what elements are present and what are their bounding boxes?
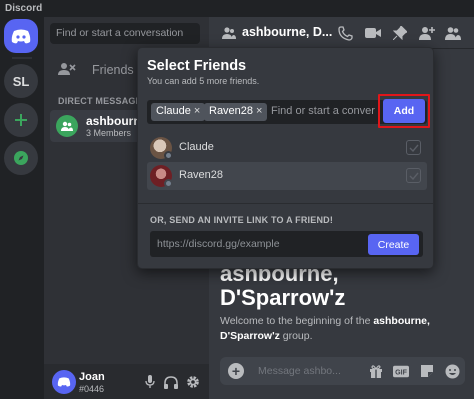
channel-header: ashbourne, D... bbox=[209, 17, 474, 49]
emoji-icon[interactable] bbox=[444, 363, 460, 379]
window-title: Discord bbox=[5, 3, 43, 14]
chip-raven28-label: Raven28 bbox=[209, 105, 254, 117]
channel-title: ashbourne, D... bbox=[242, 25, 333, 39]
remove-chip-icon[interactable]: × bbox=[256, 105, 262, 117]
settings-gear-icon[interactable] bbox=[185, 374, 201, 390]
sticker-icon[interactable] bbox=[419, 363, 435, 379]
microphone-icon[interactable] bbox=[142, 374, 158, 390]
rail-divider bbox=[12, 57, 32, 59]
create-invite-button[interactable]: Create bbox=[368, 234, 419, 255]
user-panel: Joan #0446 bbox=[44, 364, 209, 399]
popup-title: Select Friends bbox=[147, 58, 247, 74]
friend-name: Raven28 bbox=[179, 169, 224, 181]
dm-header: DIRECT MESSAGES bbox=[58, 96, 149, 106]
server-sl[interactable]: SL bbox=[4, 64, 38, 98]
check-icon bbox=[409, 144, 419, 152]
add-server-button[interactable] bbox=[4, 103, 38, 137]
welcome-heading: ashbourne, D'Sparrow'z bbox=[220, 262, 470, 310]
message-composer[interactable]: + Message ashbo... GIF bbox=[220, 357, 465, 385]
friend-name: Claude bbox=[179, 141, 214, 153]
status-dot bbox=[164, 151, 173, 160]
server-sl-label: SL bbox=[12, 73, 30, 89]
conversation-search[interactable]: Find or start a conversation bbox=[50, 23, 200, 44]
chip-claude[interactable]: Claude × bbox=[151, 103, 206, 121]
friend-row-raven28[interactable]: Raven28 bbox=[147, 162, 427, 190]
group-avatar-icon bbox=[56, 115, 78, 137]
explore-servers-button[interactable] bbox=[4, 141, 38, 175]
pin-icon[interactable] bbox=[392, 25, 408, 41]
group-dm-icon bbox=[222, 27, 236, 39]
user-tag: #0446 bbox=[79, 384, 105, 394]
invite-url[interactable]: https://discord.gg/example bbox=[157, 238, 280, 250]
headphones-icon[interactable] bbox=[163, 374, 179, 390]
voice-call-icon[interactable] bbox=[337, 25, 353, 41]
attach-plus-icon[interactable]: + bbox=[228, 363, 244, 379]
friends-label: Friends bbox=[92, 63, 134, 77]
chip-claude-label: Claude bbox=[156, 105, 191, 117]
popup-subtitle: You can add 5 more friends. bbox=[147, 76, 260, 86]
message-input[interactable]: Message ashbo... bbox=[258, 365, 341, 377]
plus-icon bbox=[15, 114, 27, 126]
dm-member-count: 3 Members bbox=[86, 128, 132, 138]
friend-row-claude[interactable]: Claude bbox=[147, 134, 427, 162]
check-icon bbox=[409, 172, 419, 180]
gift-icon[interactable] bbox=[368, 363, 384, 379]
member-list-icon[interactable] bbox=[445, 25, 461, 41]
discord-logo-icon bbox=[11, 29, 31, 43]
status-dot bbox=[164, 179, 173, 188]
friend-checkbox[interactable] bbox=[406, 168, 421, 183]
gif-icon[interactable]: GIF bbox=[393, 363, 409, 379]
user-avatar[interactable] bbox=[52, 370, 76, 394]
add-button-highlight bbox=[378, 94, 430, 128]
welcome-heading-line2: D'Sparrow'z bbox=[220, 285, 346, 310]
welcome-text-after: group. bbox=[279, 330, 313, 342]
add-friends-icon[interactable] bbox=[419, 25, 435, 41]
home-button[interactable] bbox=[4, 19, 38, 53]
compass-icon bbox=[14, 151, 28, 165]
friend-search-input[interactable]: Find or start a conver bbox=[271, 105, 381, 117]
invite-header: OR, SEND AN INVITE LINK TO A FRIEND! bbox=[150, 215, 334, 225]
username: Joan bbox=[79, 371, 105, 383]
welcome-text-before: Welcome to the beginning of the bbox=[220, 315, 374, 327]
popup-divider bbox=[138, 203, 433, 204]
svg-text:GIF: GIF bbox=[395, 368, 408, 376]
friend-checkbox[interactable] bbox=[406, 140, 421, 155]
select-friends-popup: Select Friends You can add 5 more friend… bbox=[137, 47, 434, 269]
chip-raven28[interactable]: Raven28 × bbox=[204, 103, 268, 121]
video-call-icon[interactable] bbox=[365, 25, 381, 41]
welcome-text: Welcome to the beginning of the ashbourn… bbox=[220, 314, 470, 344]
remove-chip-icon[interactable]: × bbox=[194, 105, 200, 117]
server-rail: SL bbox=[0, 17, 44, 399]
title-bar: Discord bbox=[0, 0, 474, 17]
friends-icon bbox=[58, 62, 80, 79]
